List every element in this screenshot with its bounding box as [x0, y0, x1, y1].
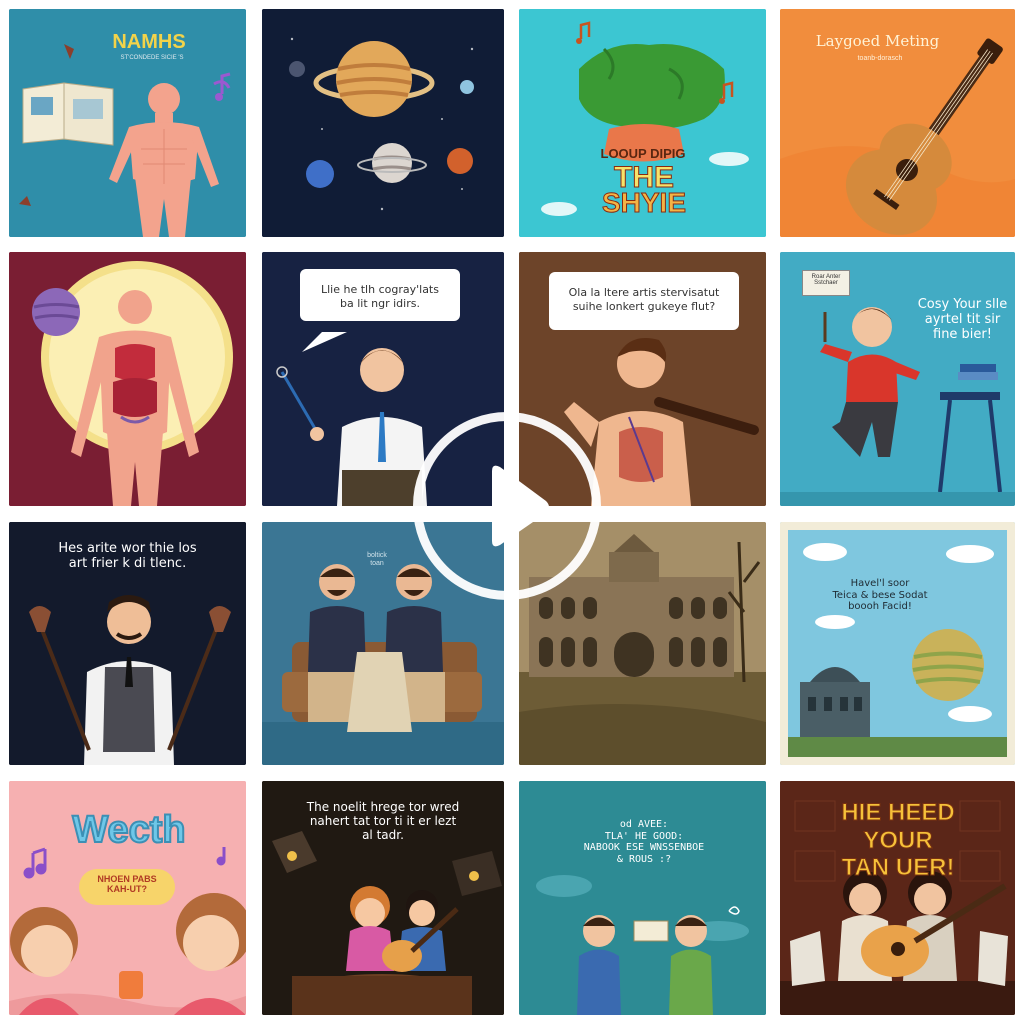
- thumbnail-boy-sign[interactable]: Roar Anter Sstchaer Cosy Your slle ayrte…: [780, 252, 1015, 506]
- tile-small-text: boltick toan: [367, 552, 387, 568]
- thumbnail-world-map[interactable]: LOOUP DIPIG THE SHYIE: [519, 9, 766, 237]
- boys-illustration: [519, 781, 766, 1015]
- thumbnail-guitar[interactable]: Laygoed Meting toanb-dorasch: [780, 9, 1015, 237]
- solar-system-illustration: [262, 9, 504, 237]
- speech-bubble: Llie he tlh cogray'lats ba lit ngr idirs…: [300, 269, 460, 321]
- tile-subtitle: ST'CONDEDE SICIE 'S: [120, 55, 184, 61]
- sky-illustration: [780, 522, 1015, 765]
- tile-badge: NHOEN PABS KAH-UT?: [79, 869, 175, 905]
- tile-title: Wecth: [71, 808, 186, 852]
- tile-text: Havel'l soor Teica & bese Sodat boooh Fa…: [832, 578, 928, 612]
- tile-text: Cosy Your slle ayrtel tit sir fine bier!: [917, 297, 1008, 342]
- thumbnail-man-brushes[interactable]: Hes arite wor thie los art frier k di tl…: [9, 522, 246, 765]
- thumbnail-two-boys[interactable]: od AVEE: TLA' HE GOOD: NABOOK ESE WNSSEN…: [519, 781, 766, 1015]
- play-button[interactable]: [413, 412, 601, 600]
- thumbnail-anatomy-organs[interactable]: [9, 252, 246, 506]
- protest-sign: Roar Anter Sstchaer: [802, 270, 850, 296]
- tile-title: Laygoed Meting: [815, 32, 940, 50]
- tile-subtitle: toanb-dorasch: [857, 55, 903, 62]
- speech-bubble: Ola la ltere artis stervisatut suihe lon…: [549, 272, 739, 330]
- tile-title: HIE HEED YOUR TAN UER!: [841, 799, 955, 882]
- organs-figure-illustration: [9, 252, 246, 506]
- tile-title: NAMHS: [112, 31, 186, 53]
- tile-text: od AVEE: TLA' HE GOOD: NABOOK ESE WNSSEN…: [583, 819, 705, 865]
- tile-text: Hes arite wor thie los art frier k di tl…: [58, 541, 197, 571]
- thumbnail-pink-kids[interactable]: Wecth NHOEN PABS KAH-UT?: [9, 781, 246, 1015]
- tile-line3: SHYIE: [601, 186, 687, 218]
- thumbnail-planets[interactable]: [262, 9, 504, 237]
- play-icon: [492, 465, 549, 547]
- tile-line1: LOOUP DIPIG: [600, 146, 686, 161]
- tile-text: The noelit hrege tor wred nahert tat tor…: [306, 800, 460, 842]
- thumbnail-anatomy-book[interactable]: NAMHS ST'CONDEDE SICIE 'S: [9, 9, 246, 237]
- thumbnail-girls-guitar[interactable]: HIE HEED YOUR TAN UER!: [780, 781, 1015, 1015]
- thumbnail-kids-guitar[interactable]: The noelit hrege tor wred nahert tat tor…: [262, 781, 504, 1015]
- thumbnail-sky-planet[interactable]: Havel'l soor Teica & bese Sodat boooh Fa…: [780, 522, 1015, 765]
